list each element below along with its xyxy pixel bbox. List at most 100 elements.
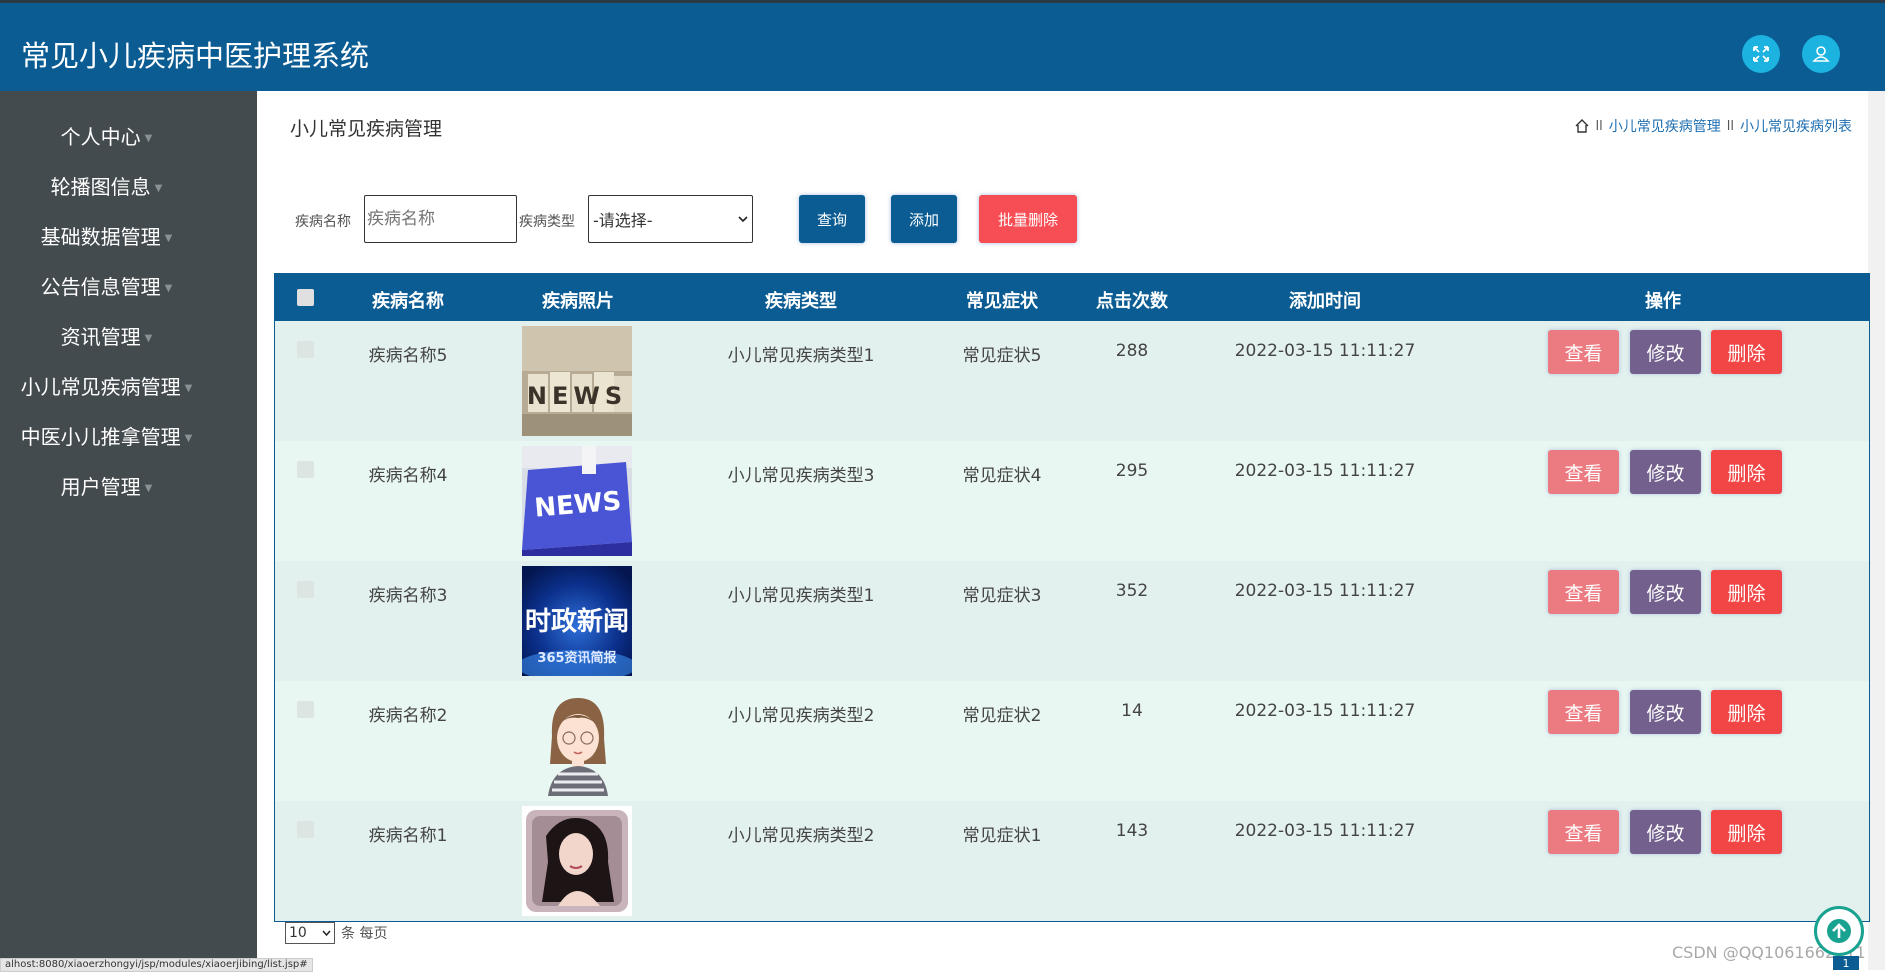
col-header-name: 疾病名称: [372, 291, 444, 312]
sidebar-item-personal-center[interactable]: 个人中心 ▼: [0, 122, 213, 152]
edit-button[interactable]: 修改: [1630, 330, 1701, 374]
table-row: 疾病名称1 小儿常见疾病类型2 常见症状1 143 2022-03-15 11:…: [275, 801, 1869, 921]
row-checkbox[interactable]: [297, 461, 314, 478]
col-header-type: 疾病类型: [765, 291, 837, 312]
disease-photo-woman-portrait: [522, 806, 632, 916]
sidebar-item-news[interactable]: 资讯管理 ▼: [0, 322, 213, 352]
sidebar-item-announcements[interactable]: 公告信息管理 ▼: [0, 272, 213, 302]
arrow-up-icon: [1827, 919, 1851, 943]
cell-clicks: 14: [1121, 701, 1143, 721]
cell-disease-type: 小儿常见疾病类型1: [727, 586, 875, 606]
caret-down-icon: ▼: [184, 432, 193, 444]
disease-name-label: 疾病名称: [295, 214, 351, 230]
page-title: 小儿常见疾病管理: [290, 118, 443, 140]
row-checkbox[interactable]: [297, 821, 314, 838]
chevron-down-icon: [738, 216, 748, 223]
disease-name-input[interactable]: [364, 195, 517, 243]
sidebar-item-basic-data[interactable]: 基础数据管理 ▼: [0, 222, 213, 252]
cell-disease-name: 疾病名称4: [368, 466, 448, 486]
app-title: 常见小儿疾病中医护理系统: [21, 39, 370, 73]
view-button[interactable]: 查看: [1548, 330, 1619, 374]
view-button[interactable]: 查看: [1548, 450, 1619, 494]
cell-symptom: 常见症状5: [962, 346, 1042, 366]
sidebar-item-carousel[interactable]: 轮播图信息 ▼: [0, 172, 213, 202]
disease-type-label: 疾病类型: [519, 214, 575, 230]
edit-button[interactable]: 修改: [1630, 810, 1701, 854]
cell-clicks: 143: [1115, 821, 1149, 841]
current-page-indicator[interactable]: 1: [1833, 956, 1859, 970]
sidebar-item-label: 轮播图信息: [50, 175, 151, 199]
delete-button[interactable]: 删除: [1711, 330, 1782, 374]
caret-down-icon: ▼: [144, 332, 153, 344]
col-header-time: 添加时间: [1289, 291, 1361, 312]
sidebar-item-tuina[interactable]: 中医小儿推拿管理 ▼: [0, 422, 213, 452]
breadcrumb: ll 小儿常见疾病管理 ll 小儿常见疾病列表: [1574, 116, 1852, 136]
row-checkbox[interactable]: [297, 581, 314, 598]
col-header-clicks: 点击次数: [1096, 291, 1168, 312]
sidebar-item-label: 中医小儿推拿管理: [20, 425, 181, 449]
back-to-top-button[interactable]: [1814, 906, 1864, 956]
sidebar-item-label: 用户管理: [60, 475, 141, 499]
delete-button[interactable]: 删除: [1711, 690, 1782, 734]
table-row: 疾病名称4 NEWS 小儿常见疾病类型3 常见症状4 295 2022-03-1…: [275, 441, 1869, 561]
edit-button[interactable]: 修改: [1630, 570, 1701, 614]
breadcrumb-item-disease-management[interactable]: 小儿常见疾病管理: [1609, 116, 1721, 136]
select-all-checkbox[interactable]: [297, 289, 314, 306]
delete-button[interactable]: 删除: [1711, 570, 1782, 614]
cell-clicks: 288: [1115, 341, 1149, 361]
query-button[interactable]: 查询: [799, 195, 865, 243]
delete-button[interactable]: 删除: [1711, 450, 1782, 494]
cell-add-time: 2022-03-15 11:11:27: [1234, 701, 1416, 721]
sidebar-item-diseases[interactable]: 小儿常见疾病管理 ▼: [0, 372, 213, 402]
caret-down-icon: ▼: [154, 182, 163, 194]
sidebar-item-label: 公告信息管理: [40, 275, 161, 299]
col-header-actions: 操作: [1645, 291, 1681, 312]
breadcrumb-item-disease-list[interactable]: 小儿常见疾病列表: [1740, 116, 1852, 136]
row-checkbox[interactable]: [297, 701, 314, 718]
breadcrumb-separator: ll: [1595, 118, 1603, 134]
pagination: 10 条 每页: [285, 922, 387, 944]
cell-clicks: 352: [1115, 581, 1149, 601]
cell-add-time: 2022-03-15 11:11:27: [1234, 821, 1416, 841]
cell-symptom: 常见症状4: [962, 466, 1042, 486]
page-size-value: 10: [289, 925, 307, 941]
cell-disease-type: 小儿常见疾病类型1: [727, 346, 875, 366]
sidebar-item-label: 小儿常见疾病管理: [20, 375, 181, 399]
page-size-suffix: 条 每页: [341, 926, 388, 942]
delete-button[interactable]: 删除: [1711, 810, 1782, 854]
disease-photo-cartoon-girl: [522, 686, 632, 796]
caret-down-icon: ▼: [184, 382, 193, 394]
disease-photo-shizheng-xinwen: 时政新闻 365资讯简报: [522, 566, 632, 676]
shizheng-image-text: 时政新闻: [525, 606, 629, 637]
cell-add-time: 2022-03-15 11:11:27: [1234, 581, 1416, 601]
edit-button[interactable]: 修改: [1630, 450, 1701, 494]
caret-down-icon: ▼: [144, 482, 153, 494]
disease-type-select[interactable]: -请选择-: [588, 195, 753, 243]
row-checkbox[interactable]: [297, 341, 314, 358]
view-button[interactable]: 查看: [1548, 570, 1619, 614]
add-button[interactable]: 添加: [891, 195, 957, 243]
fullscreen-icon: [1753, 46, 1769, 62]
user-button[interactable]: [1802, 35, 1840, 73]
cell-add-time: 2022-03-15 11:11:27: [1234, 341, 1416, 361]
col-header-photo: 疾病照片: [542, 291, 614, 312]
disease-type-selected-value: -请选择-: [593, 211, 653, 230]
sidebar-item-label: 个人中心: [60, 125, 141, 149]
cell-disease-name: 疾病名称1: [368, 826, 448, 846]
cell-disease-name: 疾病名称2: [368, 706, 448, 726]
cell-clicks: 295: [1115, 461, 1149, 481]
batch-delete-button[interactable]: 批量删除: [979, 195, 1077, 243]
vertical-scrollbar[interactable]: [1868, 91, 1885, 970]
cell-disease-name: 疾病名称5: [368, 346, 448, 366]
table-header: 疾病名称 疾病照片 疾病类型 常见症状 点击次数 添加时间 操作: [275, 274, 1869, 321]
cell-disease-name: 疾病名称3: [368, 586, 448, 606]
sidebar-item-users[interactable]: 用户管理 ▼: [0, 472, 213, 502]
view-button[interactable]: 查看: [1548, 810, 1619, 854]
view-button[interactable]: 查看: [1548, 690, 1619, 734]
fullscreen-button[interactable]: [1742, 35, 1780, 73]
caret-down-icon: ▼: [144, 132, 153, 144]
disease-table: 疾病名称 疾病照片 疾病类型 常见症状 点击次数 添加时间 操作 疾病名称5 N…: [274, 273, 1870, 922]
page-size-select[interactable]: 10: [285, 922, 335, 944]
edit-button[interactable]: 修改: [1630, 690, 1701, 734]
home-icon[interactable]: [1574, 118, 1590, 134]
